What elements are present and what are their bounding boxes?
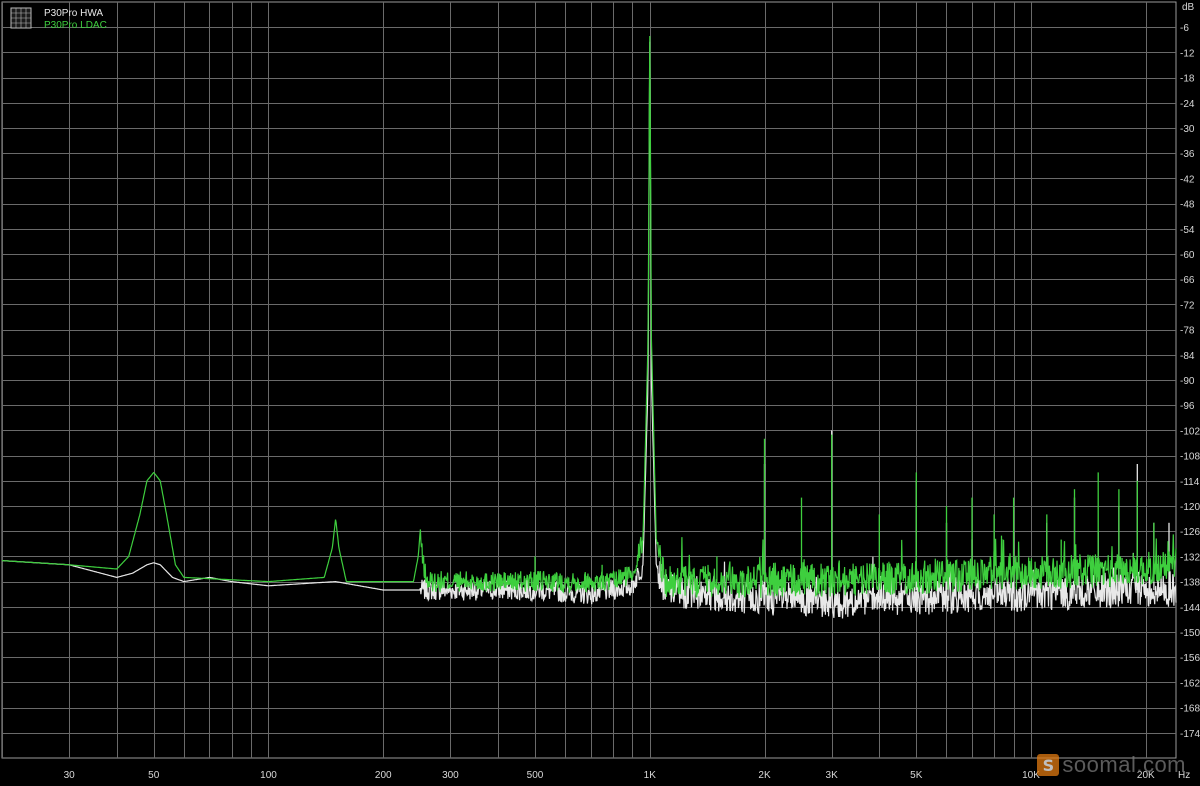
legend-box: P30Pro HWAP30Pro LDAC bbox=[10, 7, 107, 31]
x-tick-label: 1K bbox=[644, 770, 657, 781]
y-tick-label: -150 bbox=[1180, 628, 1200, 639]
y-tick-label: -156 bbox=[1180, 653, 1200, 664]
legend-entry: P30Pro HWA bbox=[44, 8, 103, 19]
y-tick-label: -72 bbox=[1180, 300, 1195, 311]
y-tick-label: -54 bbox=[1180, 225, 1195, 236]
y-tick-label: -30 bbox=[1180, 124, 1195, 135]
y-axis-label: dB bbox=[1182, 2, 1195, 13]
y-tick-label: -6 bbox=[1180, 23, 1189, 34]
y-tick-label: -120 bbox=[1180, 502, 1200, 513]
y-tick-label: -90 bbox=[1180, 376, 1195, 387]
y-tick-label: -36 bbox=[1180, 149, 1195, 160]
y-tick-label: -42 bbox=[1180, 174, 1195, 185]
y-tick-label: -114 bbox=[1180, 477, 1200, 488]
x-tick-label: 5K bbox=[910, 770, 923, 781]
y-tick-label: -168 bbox=[1180, 704, 1200, 715]
soomal-logo-icon: S bbox=[1037, 754, 1060, 776]
x-tick-label: 30 bbox=[64, 770, 76, 781]
watermark: S soomal.com bbox=[1037, 752, 1186, 778]
y-tick-label: -174 bbox=[1180, 729, 1200, 740]
y-tick-label: -18 bbox=[1180, 74, 1195, 85]
y-tick-label: -132 bbox=[1180, 552, 1200, 563]
y-tick-label: -66 bbox=[1180, 275, 1195, 286]
y-tick-label: -12 bbox=[1180, 48, 1195, 59]
y-tick-label: -108 bbox=[1180, 452, 1200, 463]
x-tick-label: 50 bbox=[148, 770, 160, 781]
x-tick-label: 200 bbox=[375, 770, 392, 781]
y-tick-label: -48 bbox=[1180, 200, 1195, 211]
legend-entry: P30Pro LDAC bbox=[44, 20, 107, 31]
x-tick-label: 500 bbox=[527, 770, 544, 781]
y-tick-label: -96 bbox=[1180, 401, 1195, 412]
y-tick-label: -60 bbox=[1180, 250, 1195, 261]
x-tick-label: 300 bbox=[442, 770, 459, 781]
y-tick-label: -24 bbox=[1180, 99, 1195, 110]
x-tick-label: 100 bbox=[260, 770, 277, 781]
x-tick-label: 2K bbox=[758, 770, 771, 781]
y-tick-label: -162 bbox=[1180, 678, 1200, 689]
y-tick-label: -84 bbox=[1180, 351, 1195, 362]
plot-background bbox=[0, 0, 1200, 786]
y-tick-label: -78 bbox=[1180, 326, 1195, 337]
y-tick-label: -102 bbox=[1180, 426, 1200, 437]
watermark-text: soomal.com bbox=[1062, 752, 1186, 777]
x-tick-label: 3K bbox=[826, 770, 839, 781]
y-tick-label: -138 bbox=[1180, 578, 1200, 589]
spectrum-chart: -6 -12 -18 -24 -30 -36 -42 -48 -54 -60 -66 -72 -78 -8… bbox=[0, 0, 1200, 786]
legend: P30Pro HWAP30Pro LDAC bbox=[10, 7, 107, 31]
y-tick-label: -126 bbox=[1180, 527, 1200, 538]
y-tick-label: -144 bbox=[1180, 603, 1200, 614]
